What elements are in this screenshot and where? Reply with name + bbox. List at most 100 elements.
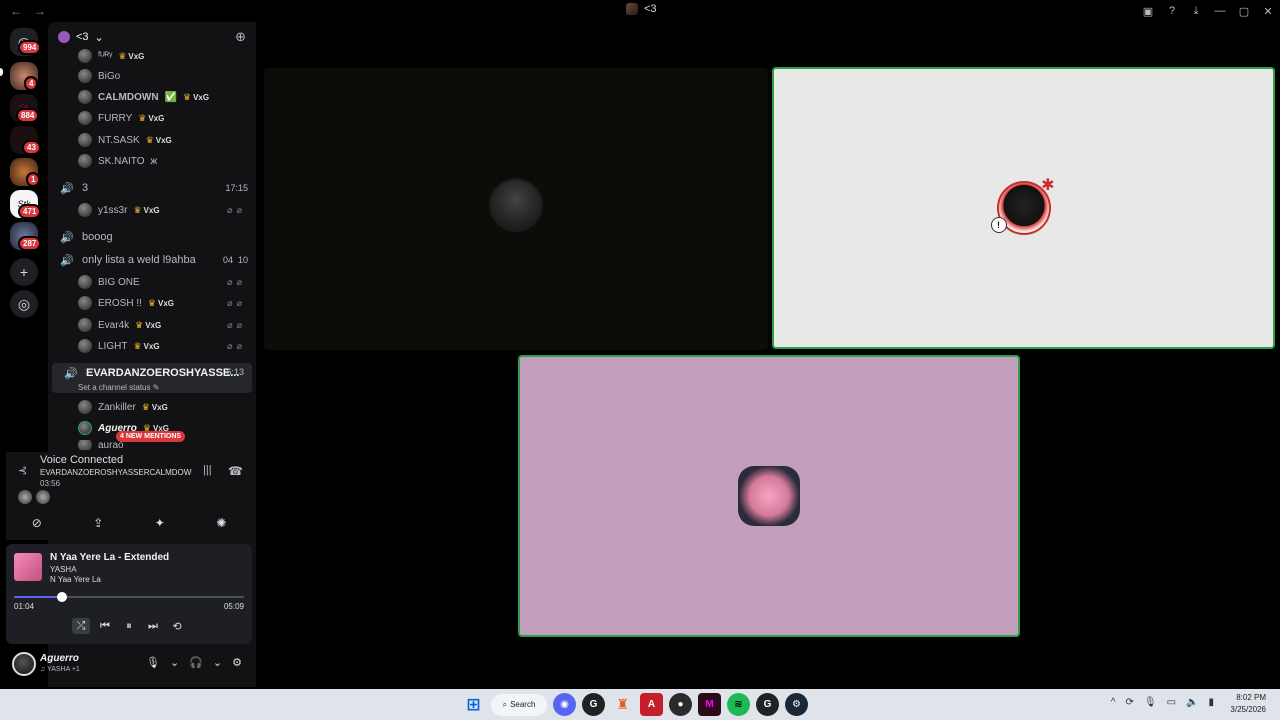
headphones-icon[interactable]: 🎧 <box>189 656 203 669</box>
invite-user-icon[interactable]: ⊕ <box>235 29 246 45</box>
screen-share-icon[interactable]: ⇪ <box>93 516 103 530</box>
crown-icon: ♛ <box>145 134 154 145</box>
crown-icon: ♛ <box>135 319 144 330</box>
shuffle-icon[interactable]: ⤮ <box>72 618 90 634</box>
system-clock[interactable]: 8:02 PM 3/25/2026 <box>1230 692 1266 716</box>
new-mentions-button[interactable]: 4 NEW MENTIONS <box>116 431 186 442</box>
avatar[interactable] <box>12 652 36 676</box>
microphone-icon[interactable]: 🎙 <box>146 656 160 669</box>
microphone-icon[interactable]: 🎙 <box>1144 697 1157 708</box>
guild-name: <3 <box>76 31 89 43</box>
repeat-icon[interactable]: ⟲ <box>168 618 186 634</box>
battery-icon[interactable]: ▮ <box>1208 697 1214 708</box>
voice-member[interactable]: CALMDOWN ✅ ♛ VxG <box>48 87 256 107</box>
total-time: 05:09 <box>223 602 244 611</box>
deafened-icon: ⌀⌀ <box>227 204 246 215</box>
voice-elapsed: 03:56 <box>40 479 61 488</box>
voice-channel[interactable]: 🔊 3 17:15 <box>48 178 256 198</box>
voice-channel[interactable]: 🔊 only lista a weld l9ahba 04 10 <box>48 250 256 270</box>
forward-arrow-icon[interactable]: → <box>34 4 46 18</box>
camera-off-icon[interactable]: ⊘ <box>32 516 42 530</box>
app-g-icon[interactable]: G <box>582 693 605 716</box>
speaker-icon: 🔊 <box>60 182 74 195</box>
taskbar-search[interactable]: ⌕ Search <box>491 693 547 716</box>
muted-icon: ! <box>990 217 1007 233</box>
deafened-icon: ⌀⌀ <box>227 319 246 330</box>
settings-gear-icon[interactable]: ⚙ <box>232 656 242 669</box>
steam-icon[interactable]: ⚙ <box>785 693 808 716</box>
chevron-down-icon[interactable]: ⌄ <box>170 656 179 669</box>
song-album[interactable]: N Yaa Yere La <box>50 575 101 584</box>
voice-member[interactable]: FURRY ♛ VxG <box>48 108 256 128</box>
chevron-up-icon[interactable]: ^ <box>1111 697 1116 708</box>
voice-member[interactable]: EROSH !! ♛ VxG ⌀⌀ <box>48 293 256 313</box>
adobe-icon[interactable]: A <box>640 693 663 716</box>
back-arrow-icon[interactable]: ← <box>10 4 22 18</box>
user-status: ♫ YASHA +1 <box>40 666 80 673</box>
add-server-icon[interactable]: + <box>10 258 38 286</box>
avatar <box>78 69 92 83</box>
avatar <box>78 154 92 168</box>
voice-member[interactable]: y1ss3r ♛ VxG ⌀⌀ <box>48 200 256 220</box>
deafened-icon: ⌀⌀ <box>227 340 246 351</box>
voice-tile-speaking[interactable]: ✱ ! <box>772 67 1275 349</box>
album-cover[interactable] <box>14 553 42 581</box>
help-icon[interactable]: ? <box>1160 5 1184 17</box>
crown-icon: ♛ <box>141 401 150 412</box>
voice-channel-name[interactable]: EVARDANZOEROSHYASSERCALMDOWN ... <box>40 468 192 477</box>
brave-browser-icon[interactable]: ♜ <box>611 693 634 716</box>
voice-member[interactable]: Evar4k ♛ VxG ⌀⌀ <box>48 315 256 335</box>
song-title[interactable]: N Yaa Yere La - Extended <box>50 552 169 563</box>
channel-status[interactable]: Set a channel status ✎ <box>78 383 159 392</box>
noise-suppression-icon[interactable]: ||| <box>203 464 212 476</box>
voice-channel[interactable]: 🔊 booog <box>48 227 256 247</box>
soundboard-icon[interactable]: ✺ <box>216 516 226 530</box>
voice-member[interactable]: ᶠᵁᴿᵞ ♛ VxG <box>48 46 256 66</box>
voice-member[interactable]: BIG ONE ⌀⌀ <box>48 272 256 292</box>
app-g-icon[interactable]: G <box>756 693 779 716</box>
volume-icon[interactable]: 🔈 <box>1186 697 1198 708</box>
voice-member[interactable]: BiGo <box>48 66 256 86</box>
sync-icon[interactable]: ⟳ <box>1125 697 1133 708</box>
seek-bar[interactable] <box>14 592 244 602</box>
server-badge: 43 <box>22 140 41 155</box>
avatar <box>78 111 92 125</box>
username[interactable]: Aguerro <box>40 653 79 664</box>
spotify-icon[interactable]: ≋ <box>727 693 750 716</box>
network-icon[interactable]: ▭ <box>1167 697 1176 708</box>
checkmark-icon: ✅ <box>164 91 177 103</box>
avatar <box>78 318 92 332</box>
voice-member[interactable]: SK.NAITO ж <box>48 151 256 171</box>
avatar <box>78 275 92 289</box>
server-badge: 4 <box>24 76 39 91</box>
voice-member[interactable]: NT.SASK ♛ VxG <box>48 130 256 150</box>
speaker-icon: 🔊 <box>60 254 74 267</box>
disconnect-icon[interactable]: ☎ <box>228 464 243 478</box>
signal-icon[interactable]: ⊰ <box>18 464 27 477</box>
previous-icon[interactable]: ⏮ <box>96 618 114 634</box>
chevron-down-icon[interactable]: ⌄ <box>213 656 222 669</box>
voice-tile[interactable] <box>264 68 768 350</box>
pause-icon[interactable]: ⏸ <box>120 618 138 634</box>
participant-avatar: ✱ ! <box>990 177 1055 235</box>
seek-handle[interactable] <box>57 592 68 602</box>
app-icon[interactable]: ● <box>669 693 692 716</box>
server-avatar-icon <box>626 3 638 15</box>
voice-member[interactable]: Zankiller ♛ VxG <box>48 397 256 417</box>
app-icon[interactable]: M <box>698 693 721 716</box>
avatar <box>78 400 92 414</box>
discord-app-icon[interactable]: ◉ <box>553 693 576 716</box>
server-badge: 884 <box>16 108 40 123</box>
maximize-button[interactable]: ▢ <box>1232 5 1256 18</box>
close-button[interactable]: ✕ <box>1256 5 1280 18</box>
discover-icon[interactable]: ◎ <box>10 290 38 318</box>
download-icon[interactable]: ⤓ <box>1184 5 1208 18</box>
activities-icon[interactable]: ✦ <box>155 516 165 530</box>
voice-member[interactable]: LIGHT ♛ VxG ⌀⌀ <box>48 336 256 356</box>
next-icon[interactable]: ⏭ <box>144 618 162 634</box>
windows-start-icon[interactable]: ⊞ <box>462 693 485 716</box>
minimize-button[interactable]: — <box>1208 5 1232 17</box>
voice-tile-speaking[interactable] <box>518 355 1020 637</box>
song-artist[interactable]: YASHA <box>50 565 77 574</box>
inbox-icon[interactable]: ▣ <box>1136 5 1160 18</box>
